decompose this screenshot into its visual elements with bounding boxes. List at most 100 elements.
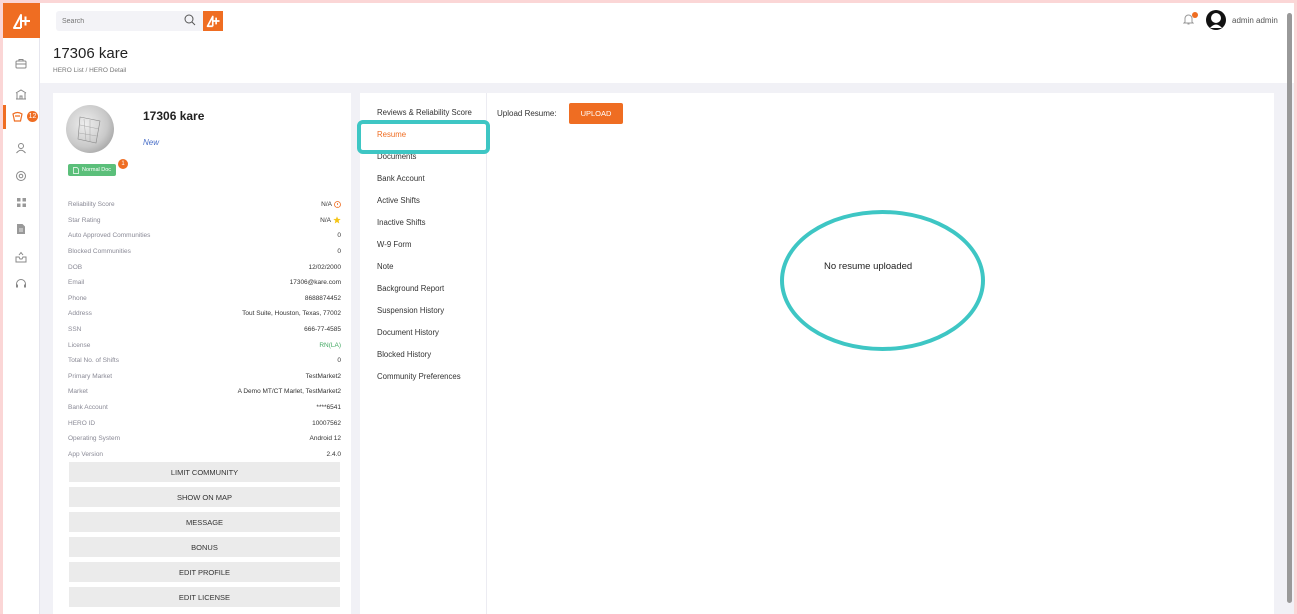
logo-icon [12,13,30,29]
app-logo[interactable] [3,3,40,38]
tab-reviews[interactable]: Reviews & Reliability Score [377,108,472,117]
detail-value: 17306@kare.com [289,279,341,287]
detail-row: SSN 666-77-4585 [68,322,341,338]
detail-row: Market A Demo MT/CT Marlet, TestMarket2 [68,384,341,400]
tab-community-preferences[interactable]: Community Preferences [377,372,461,381]
detail-value: Android 12 [309,435,341,443]
tab-w9-form[interactable]: W-9 Form [377,240,412,249]
detail-row: Reliability Score N/A [68,197,341,213]
detail-label: Operating System [68,435,121,443]
empty-state-highlight [780,210,985,351]
tab-suspension-history[interactable]: Suspension History [377,306,444,315]
top-bar: admin admin [40,3,1294,38]
detail-label: Star Rating [68,216,101,224]
detail-label: SSN [68,326,82,334]
detail-label: Blocked Communities [68,248,131,256]
detail-value: N/A [320,216,341,224]
doc-status-badge[interactable]: Normal Doc [68,164,117,176]
detail-label: DOB [68,263,83,271]
hero-icon [12,111,23,122]
upload-resume-label: Upload Resume: [497,109,557,118]
page-header: 17306 kare HERO List / HERO Detail [40,38,1294,83]
empty-resume-message: No resume uploaded [824,261,913,272]
user-name[interactable]: admin admin [1232,16,1278,25]
detail-row: License RN(LA) [68,337,341,353]
headset-icon[interactable] [11,274,31,294]
detail-panel: Reviews & Reliability Score Resume Docum… [360,93,1274,614]
app-window: 12 Search admin admin 17306 kare HERO Li… [3,3,1294,614]
message-button[interactable]: MESSAGE [69,512,340,532]
star-rating-value: N/A [320,216,331,224]
doc-badge-count: 1 [118,159,128,169]
profile-photo [66,105,114,153]
detail-label: Email [68,279,85,287]
detail-label: Phone [68,294,87,302]
logo-icon [206,15,219,28]
detail-row: Phone 8688874452 [68,291,341,307]
tab-list: Reviews & Reliability Score Resume Docum… [360,93,487,614]
brand-mark[interactable] [203,11,223,31]
detail-label: License [68,341,91,349]
profile-details: Reliability Score N/A Star Rating N/A Au… [68,197,341,462]
edit-license-button[interactable]: EDIT LICENSE [69,587,340,607]
upload-button[interactable]: UPLOAD [569,103,623,124]
bonus-button[interactable]: BONUS [69,537,340,557]
detail-label: Address [68,310,92,318]
detail-row: Address Tout Suite, Houston, Texas, 77002 [68,306,341,322]
detail-row: App Version 2.4.0 [68,447,341,463]
building-icon[interactable] [11,84,31,104]
user-icon[interactable] [11,138,31,158]
profile-card: 17306 kare New Normal Doc 1 Reliability … [53,93,351,614]
doc-badge-label: Normal Doc [82,167,112,173]
detail-label: Reliability Score [68,201,115,209]
document-icon[interactable] [11,219,31,239]
tab-note[interactable]: Note [377,262,393,271]
detail-label: Market [68,388,88,396]
detail-row: Primary Market TestMarket2 [68,369,341,385]
briefcase-icon[interactable] [11,53,31,73]
page-scrollbar[interactable] [1287,13,1292,603]
detail-value: 0 [337,357,341,365]
tab-inactive-shifts[interactable]: Inactive Shifts [377,218,426,227]
detail-row: Auto Approved Communities 0 [68,228,341,244]
detail-value: 0 [337,232,341,240]
detail-value: 0 [337,248,341,256]
show-on-map-button[interactable]: SHOW ON MAP [69,487,340,507]
info-icon[interactable] [334,201,341,209]
sidebar: 12 [3,3,40,614]
sidebar-item-heroes[interactable]: 12 [3,105,40,129]
grid-icon[interactable] [11,192,31,212]
breadcrumb[interactable]: HERO List / HERO Detail [53,67,126,74]
tab-bank-account[interactable]: Bank Account [377,174,425,183]
detail-label: Primary Market [68,372,113,380]
search-input[interactable] [56,11,204,31]
license-value[interactable]: RN(LA) [319,342,341,349]
settings-icon[interactable] [11,166,31,186]
detail-row: Bank Account ****6541 [68,400,341,416]
detail-row: HERO ID 10007562 [68,415,341,431]
detail-value: Tout Suite, Houston, Texas, 77002 [242,310,341,318]
tab-background-report[interactable]: Background Report [377,284,444,293]
edit-profile-button[interactable]: EDIT PROFILE [69,562,340,582]
profile-name: 17306 kare [143,109,205,123]
detail-row: DOB 12/02/2000 [68,259,341,275]
detail-label: HERO ID [68,419,96,427]
limit-community-button[interactable]: LIMIT COMMUNITY [69,462,340,482]
detail-row: Email 17306@kare.com [68,275,341,291]
detail-value: N/A [321,201,341,208]
detail-value: 10007562 [312,419,341,427]
notification-badge: 12 [27,111,38,122]
notification-dot [1192,12,1198,18]
resume-tab-highlight [357,120,490,154]
detail-label: Total No. of Shifts [68,357,119,365]
tab-blocked-history[interactable]: Blocked History [377,350,431,359]
tab-document-history[interactable]: Document History [377,328,439,337]
detail-value: 8688874452 [304,294,341,302]
inbox-icon[interactable] [11,247,31,267]
avatar[interactable] [1206,10,1226,30]
search-icon[interactable] [184,14,196,26]
detail-value: 2.4.0 [326,450,341,458]
tab-active-shifts[interactable]: Active Shifts [377,196,420,205]
reliability-value: N/A [321,201,332,209]
detail-row: Blocked Communities 0 [68,244,341,260]
